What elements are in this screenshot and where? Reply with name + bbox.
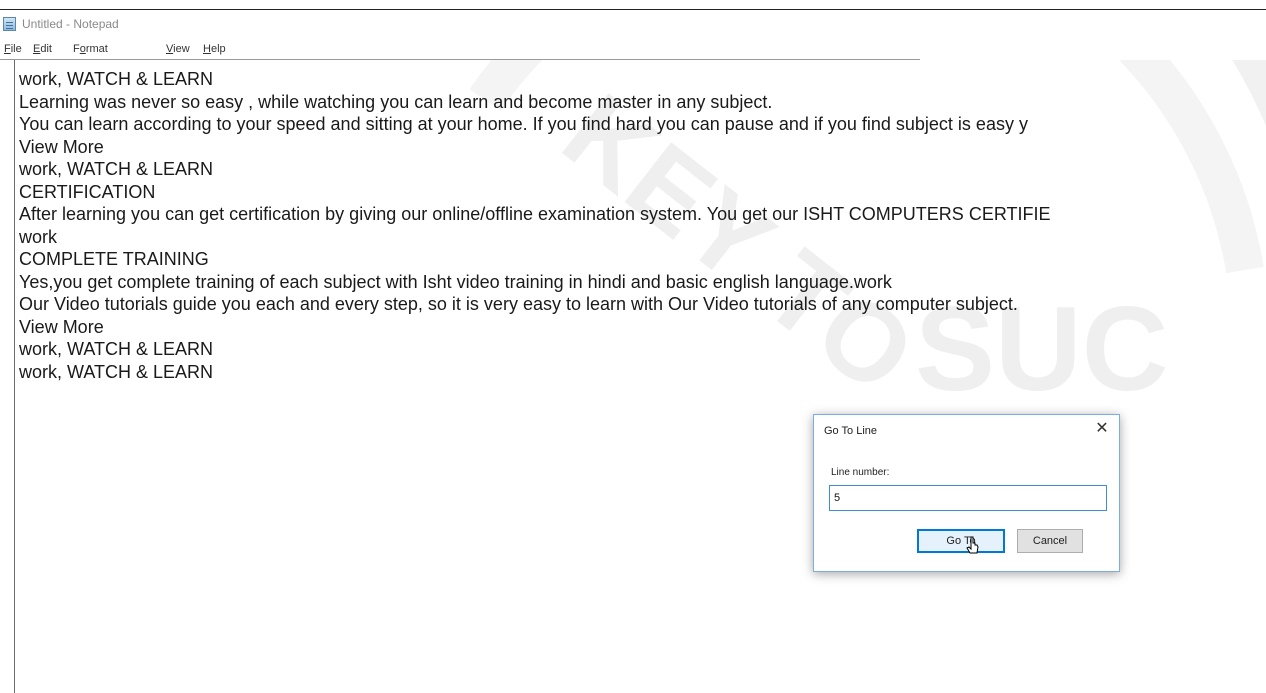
- text-line: Learning was never so easy , while watch…: [19, 91, 773, 112]
- screen: Untitled - Notepad File Edit Format View…: [0, 0, 1266, 693]
- text-line: Our Video tutorials guide you each and e…: [19, 294, 1018, 314]
- top-divider: [0, 9, 1266, 10]
- window-title: Untitled - Notepad: [22, 17, 119, 31]
- text-line: COMPLETE TRAINING: [19, 249, 209, 269]
- text-line: After learning you can get certification…: [19, 204, 1051, 224]
- text-line: work, WATCH & LEARN: [19, 69, 214, 89]
- menu-view[interactable]: View: [166, 43, 190, 55]
- menu-file-mnemonic: F: [4, 43, 11, 55]
- dialog-title: Go To Line: [824, 425, 878, 437]
- text-line: work, WATCH & LEARN: [19, 361, 214, 382]
- menu-edit-post: dit: [40, 43, 52, 55]
- menu-view-post: iew: [173, 43, 190, 55]
- menu-help-mnemonic: H: [203, 43, 211, 55]
- text-line: View More: [19, 136, 104, 157]
- line-number-input[interactable]: [829, 485, 1107, 511]
- line-number-label: Line number:: [831, 467, 890, 478]
- text-line: View More: [19, 316, 104, 337]
- menu-format-pre: F: [73, 43, 80, 55]
- text-line: work: [19, 226, 58, 247]
- menu-edit[interactable]: Edit: [33, 43, 52, 55]
- title-bar: Untitled - Notepad: [0, 14, 930, 34]
- close-icon[interactable]: ✕: [1091, 419, 1113, 439]
- text-line: Yes,you get complete training of each su…: [19, 271, 892, 292]
- menu-format[interactable]: Format: [73, 43, 108, 55]
- menu-bar: File Edit Format View Help: [0, 41, 920, 60]
- text-line: work, WATCH & LEARN: [19, 339, 214, 359]
- go-to-button[interactable]: Go To: [917, 529, 1005, 553]
- notepad-icon: [3, 17, 16, 31]
- text-line: You can learn according to your speed an…: [19, 114, 1028, 134]
- menu-help[interactable]: Help: [203, 43, 226, 55]
- text-line: CERTIFICATION: [19, 181, 156, 202]
- text-editor[interactable]: KEY TO SUC work, WATCH & LEARN Learning w…: [14, 60, 1266, 693]
- menu-file-post: ile: [10, 43, 22, 55]
- cancel-button[interactable]: Cancel: [1017, 529, 1083, 553]
- menu-format-post: rmat: [85, 43, 108, 55]
- text-line: work, WATCH & LEARN: [19, 159, 214, 179]
- menu-file[interactable]: File: [4, 43, 22, 55]
- menu-help-post: elp: [210, 43, 226, 55]
- go-to-line-dialog: Go To Line ✕ Line number: Go To Cancel: [813, 414, 1120, 572]
- text-lines: work, WATCH & LEARN Learning was never so…: [19, 68, 1051, 383]
